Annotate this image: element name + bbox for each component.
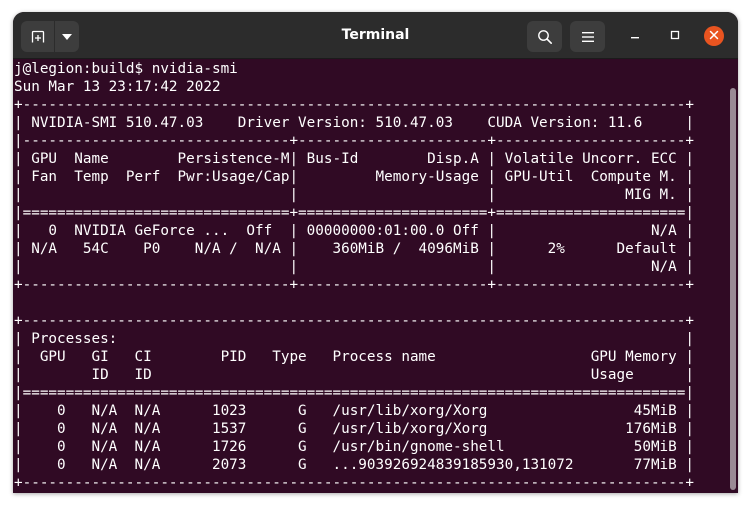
terminal-line: | N/A 54C P0 N/A / N/A | 360MiB / 4096Mi… [14, 241, 694, 257]
search-icon [537, 29, 553, 45]
minimize-icon [630, 27, 640, 45]
terminal-line: | GPU GI CI PID Type Process name GPU Me… [14, 349, 694, 365]
close-button[interactable] [704, 26, 724, 46]
terminal-line: | 0 N/A N/A 1537 G /usr/lib/xorg/Xorg 17… [14, 421, 694, 437]
terminal-line: +---------------------------------------… [14, 475, 694, 491]
terminal-window: Terminal j@legion:build$ nvidia-smi Sun … [13, 12, 738, 493]
terminal-line: |===============================+=======… [14, 205, 694, 221]
terminal-line: | Fan Temp Perf Pwr:Usage/Cap| Memory-Us… [14, 169, 694, 185]
title-bar[interactable]: Terminal [13, 12, 738, 59]
terminal-line: | 0 N/A N/A 1023 G /usr/lib/xorg/Xorg 45… [14, 403, 694, 419]
new-tab-button[interactable] [21, 21, 54, 52]
scrollbar-thumb[interactable] [730, 88, 736, 490]
terminal-line: Sun Mar 13 23:17:42 2022 [14, 79, 221, 95]
maximize-icon [670, 27, 680, 45]
terminal-line: |=======================================… [14, 385, 694, 401]
minimize-button[interactable] [625, 26, 645, 46]
terminal-line: | | | MIG M. | [14, 187, 694, 203]
terminal-line: | 0 NVIDIA GeForce ... Off | 00000000:01… [14, 223, 694, 239]
close-icon [709, 27, 719, 45]
terminal-line: |-------------------------------+-------… [14, 133, 694, 149]
terminal-line: | 0 N/A N/A 2073 G ...903926924839185930… [14, 457, 694, 473]
search-button[interactable] [527, 21, 562, 52]
main-menu-button[interactable] [570, 21, 605, 52]
terminal-line: +-------------------------------+-------… [14, 277, 694, 293]
chevron-down-icon [62, 33, 72, 40]
terminal-line: j@legion:build$ nvidia-smi [14, 61, 238, 77]
terminal-content[interactable]: j@legion:build$ nvidia-smi Sun Mar 13 23:… [14, 60, 726, 493]
terminal-output[interactable]: j@legion:build$ nvidia-smi Sun Mar 13 23:… [14, 60, 726, 492]
terminal-line: | | | N/A | [14, 259, 694, 275]
terminal-line: | Processes: | [14, 331, 694, 347]
terminal-line: | NVIDIA-SMI 510.47.03 Driver Version: 5… [14, 115, 694, 131]
hamburger-menu-icon [581, 31, 594, 42]
terminal-line: | 0 N/A N/A 1726 G /usr/bin/gnome-shell … [14, 439, 694, 455]
terminal-line: +---------------------------------------… [14, 313, 694, 329]
maximize-button[interactable] [665, 26, 685, 46]
terminal-line: +---------------------------------------… [14, 97, 694, 113]
terminal-line: | ID ID Usage | [14, 367, 694, 383]
new-tab-icon [30, 29, 46, 45]
tab-menu-dropdown-button[interactable] [55, 21, 79, 52]
terminal-line: | GPU Name Persistence-M| Bus-Id Disp.A … [14, 151, 694, 167]
scrollbar[interactable] [728, 60, 738, 493]
